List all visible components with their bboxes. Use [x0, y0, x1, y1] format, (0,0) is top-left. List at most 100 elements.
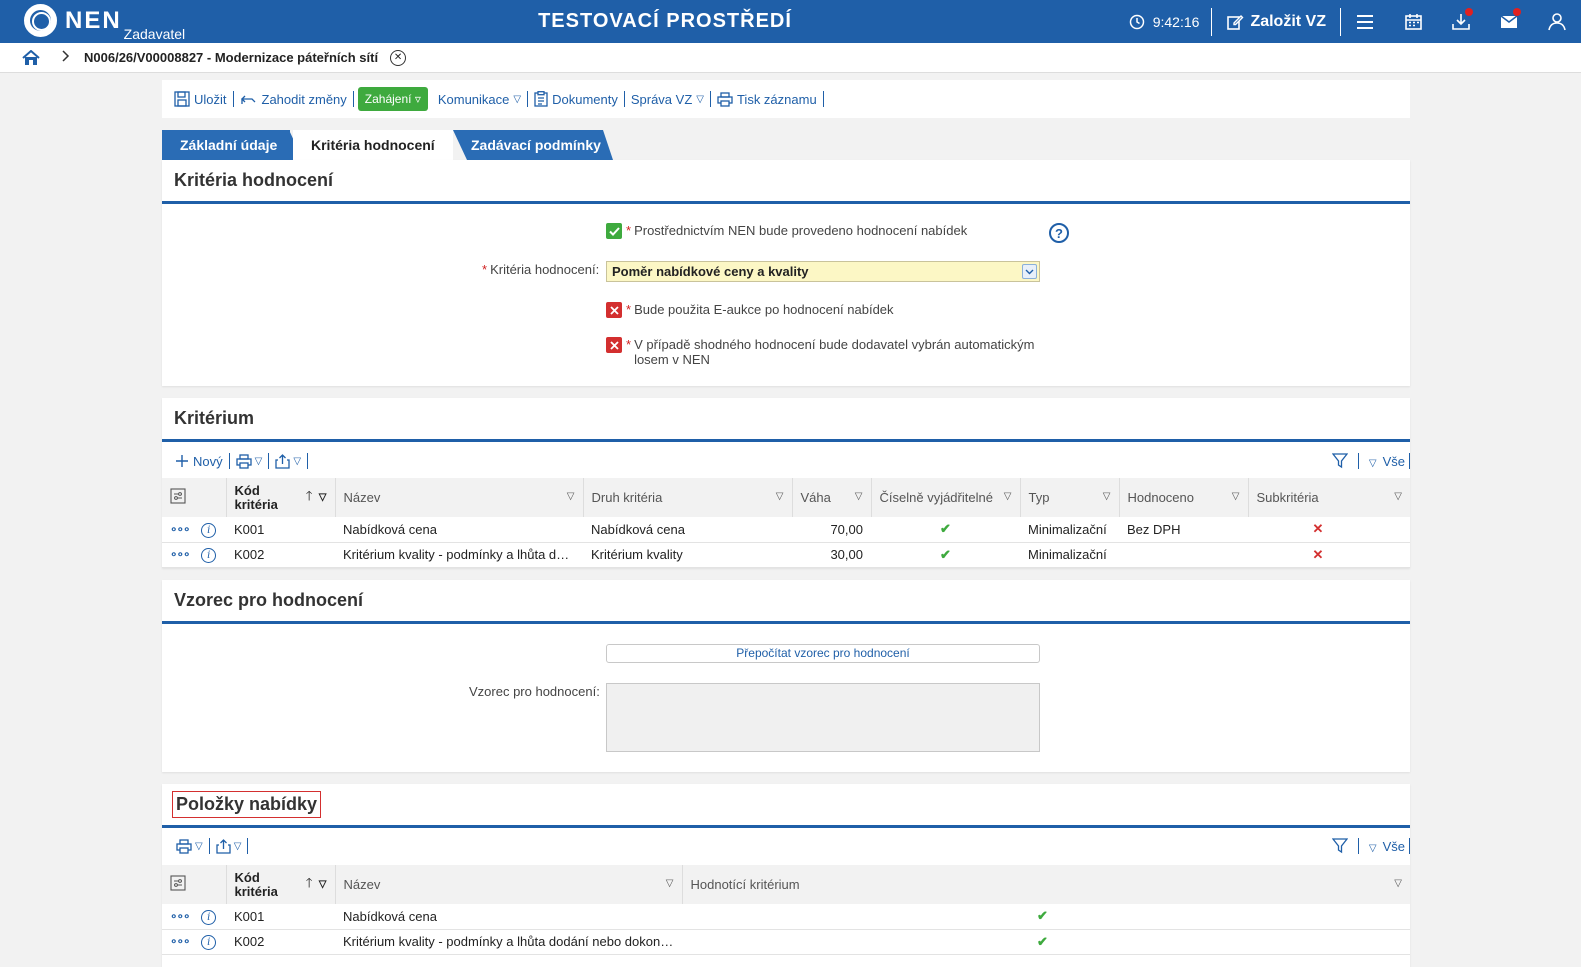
sort-asc-icon[interactable]: 🡑 [306, 876, 313, 890]
download-icon[interactable] [1437, 0, 1485, 43]
column-settings-icon[interactable] [162, 865, 227, 904]
more-actions-icon[interactable]: ∘∘∘ [170, 934, 191, 948]
filter-dropdown-icon[interactable]: ▽ [855, 491, 863, 502]
filter-dropdown-icon[interactable]: ▽ [1103, 491, 1111, 502]
tab-tender-conditions[interactable]: Zadávací podmínky [453, 130, 613, 160]
new-button[interactable]: Nový [170, 454, 229, 469]
criterion-panel: Kritérium Nový ▽ ▽ ▽ Vše Kód kritéria 🡑 … [162, 398, 1410, 568]
column-header-type[interactable]: Typ ▽ [1020, 478, 1120, 517]
print-dropdown[interactable]: ▽ [230, 453, 269, 469]
menu-icon[interactable] [1341, 0, 1389, 43]
chevron-down-icon: ▽ [254, 455, 263, 467]
action-toolbar: Uložit Zahodit změny Zahájení ▿ Komunika… [162, 80, 1410, 118]
save-icon [174, 91, 190, 107]
chevron-down-icon: ▽ [696, 93, 704, 105]
undo-icon [240, 95, 255, 104]
chevron-down-icon: ▽ [195, 840, 203, 852]
save-button[interactable]: Uložit [168, 91, 233, 107]
manage-procurement-dropdown[interactable]: Správa VZ ▽ [625, 92, 710, 107]
more-actions-icon[interactable]: ∘∘∘ [170, 909, 191, 923]
close-icon[interactable]: ✕ [390, 49, 407, 66]
filter-dropdown-icon[interactable]: ▽ [319, 491, 327, 505]
table-row[interactable]: ∘∘∘ i K001 Nabídková cena Nabídková cena… [162, 517, 1410, 543]
printer-icon [235, 453, 252, 469]
column-header-code[interactable]: Kód kritéria 🡑 ▽ [226, 478, 336, 517]
tab-evaluation-criteria[interactable]: Kritéria hodnocení [293, 130, 453, 160]
formula-textarea[interactable] [606, 683, 1040, 752]
documents-button[interactable]: Dokumenty [528, 91, 624, 107]
column-header-numeric[interactable]: Číselně vyjádřitelné ▽ [871, 478, 1021, 517]
filter-dropdown-icon[interactable]: ▽ [1232, 491, 1240, 502]
filter-dropdown-icon[interactable]: ▽ [776, 491, 784, 502]
criteria-select[interactable]: Poměr nabídkové ceny a kvality [606, 261, 1040, 282]
cell-name: Nabídková cena [335, 904, 682, 930]
breadcrumb-title[interactable]: N006/26/V00008827 - Modernizace páteřníc… [84, 50, 378, 65]
column-settings-icon[interactable] [162, 478, 227, 517]
print-dropdown[interactable]: ▽ [170, 838, 209, 854]
filter-dropdown-icon[interactable]: ▽ [666, 878, 674, 889]
chevron-right-icon [62, 50, 70, 65]
help-icon[interactable]: ? [1049, 223, 1069, 243]
column-header-subcriteria[interactable]: Subkritéria ▽ [1248, 478, 1410, 517]
view-all-dropdown[interactable]: ▽ Vše [1359, 454, 1409, 469]
communication-dropdown[interactable]: Komunikace ▽ [432, 92, 527, 107]
mail-icon[interactable] [1485, 0, 1533, 43]
printer-icon [717, 91, 733, 107]
column-header-weight[interactable]: Váha ▽ [792, 478, 872, 517]
cell-weight: 70,00 [792, 517, 871, 543]
column-header-eval-criterion[interactable]: Hodnotící kritérium ▽ [682, 865, 1410, 904]
sort-asc-icon[interactable]: 🡑 [306, 489, 313, 503]
export-icon [275, 453, 290, 469]
table-row[interactable]: ∘∘∘ i K001 Nabídková cena ✔ [162, 904, 1410, 930]
chevron-down-icon: ▽ [293, 455, 302, 467]
panel-title: Kritéria hodnocení [162, 160, 1410, 204]
checkbox-checked[interactable] [606, 223, 622, 239]
filter-dropdown-icon[interactable]: ▽ [1394, 878, 1402, 889]
cell-code: K002 [226, 542, 335, 568]
discard-changes-button[interactable]: Zahodit změny [234, 92, 353, 107]
checkbox-unchecked[interactable] [606, 302, 622, 318]
info-icon[interactable]: i [201, 909, 217, 925]
cell-name: Kritérium kvality - podmínky a lhůta dod… [335, 929, 682, 955]
edit-icon [1227, 14, 1244, 30]
table-row[interactable]: ∘∘∘ i K002 Kritérium kvality - podmínky … [162, 929, 1410, 955]
table-row[interactable]: ∘∘∘ i K002 Kritérium kvality - podmínky … [162, 542, 1410, 568]
calendar-icon[interactable] [1389, 0, 1437, 43]
export-dropdown[interactable]: ▽ [269, 453, 307, 469]
filter-dropdown-icon[interactable]: ▽ [567, 491, 575, 502]
checkbox-unchecked[interactable] [606, 337, 622, 353]
more-actions-icon[interactable]: ∘∘∘ [170, 547, 191, 561]
offer-items-table: Kód kritéria 🡑 ▽ Název ▽ Hodnotící kritériu… [162, 865, 1410, 955]
user-icon[interactable] [1533, 0, 1581, 43]
create-procurement-label: Založit VZ [1250, 12, 1326, 30]
column-header-name[interactable]: Název ▽ [335, 478, 584, 517]
column-header-name[interactable]: Název ▽ [335, 865, 683, 904]
tab-basic-info[interactable]: Základní údaje [162, 130, 290, 160]
panel-title: Položky nabídky [172, 791, 322, 818]
filter-dropdown-icon[interactable]: ▽ [1004, 491, 1012, 502]
column-header-rated[interactable]: Hodnoceno ▽ [1119, 478, 1249, 517]
info-icon[interactable]: i [201, 548, 217, 563]
filter-icon[interactable] [1322, 453, 1358, 469]
print-record-button[interactable]: Tisk záznamu [711, 92, 823, 107]
start-dropdown-button[interactable]: Zahájení ▿ [357, 87, 428, 111]
recalculate-formula-button[interactable]: Přepočítat vzorec pro hodnocení [606, 644, 1040, 663]
cell-code: K001 [226, 517, 335, 543]
column-header-kind[interactable]: Druh kritéria ▽ [583, 478, 793, 517]
filter-icon[interactable] [1322, 838, 1358, 854]
column-header-code[interactable]: Kód kritéria 🡑 ▽ [226, 865, 336, 904]
create-procurement-button[interactable]: Založit VZ [1212, 13, 1340, 31]
info-icon[interactable]: i [201, 522, 217, 538]
notification-dot [1513, 8, 1521, 16]
printer-icon [176, 838, 192, 854]
export-dropdown[interactable]: ▽ [210, 838, 248, 854]
more-actions-icon[interactable]: ∘∘∘ [170, 522, 191, 536]
home-icon[interactable] [22, 49, 40, 66]
info-icon[interactable]: i [201, 935, 217, 950]
filter-dropdown-icon[interactable]: ▽ [319, 878, 327, 892]
chevron-down-icon[interactable] [1022, 264, 1037, 279]
cell-type: Minimalizační [1020, 542, 1119, 568]
chevron-down-icon: ▽ [233, 840, 242, 852]
filter-dropdown-icon[interactable]: ▽ [1394, 491, 1402, 502]
view-all-dropdown[interactable]: ▽ Vše [1359, 839, 1409, 854]
